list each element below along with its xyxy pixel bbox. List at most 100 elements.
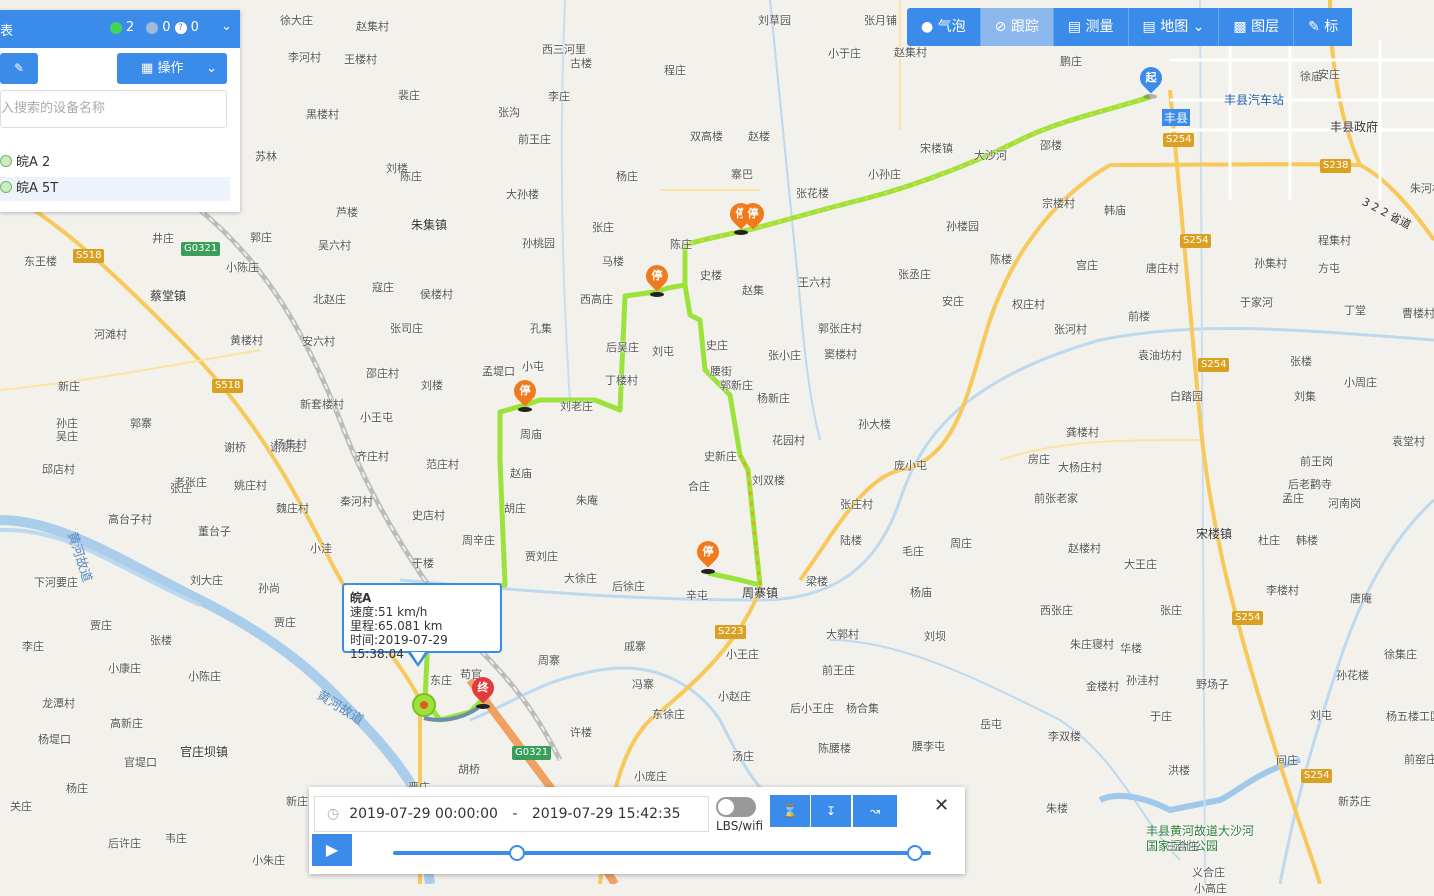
track-button[interactable]: ⊘ 跟踪 xyxy=(980,8,1054,46)
action-button[interactable]: ▦ 操作 ⌄ xyxy=(117,53,227,84)
village-label: 后老鹳寺 xyxy=(1288,478,1332,491)
lbs-toggle[interactable] xyxy=(716,797,756,817)
village-label: 张庄 xyxy=(1160,604,1182,617)
layers-button[interactable]: ▩ 图层 xyxy=(1219,8,1295,46)
village-label: 于家河 xyxy=(1240,296,1273,309)
village-label: 腰街 xyxy=(710,365,732,378)
village-label: 汤庄 xyxy=(732,750,754,763)
download-button[interactable]: ↧ xyxy=(811,795,851,827)
map-type-button[interactable]: ▤ 地图 ⌄ xyxy=(1129,8,1220,46)
village-label: 庞小屯 xyxy=(894,459,927,472)
stop-marker[interactable]: 停 xyxy=(641,260,673,292)
device-item[interactable]: 皖A 2 xyxy=(0,151,230,175)
download-icon: ↧ xyxy=(825,804,837,818)
village-label: 陈庄 xyxy=(400,170,422,183)
village-label: 冯寨 xyxy=(632,678,654,691)
village-label: 李庄 xyxy=(22,640,44,653)
pencil-icon: ✎ xyxy=(13,61,25,75)
village-label: 大徐庄 xyxy=(564,572,597,585)
village-label: 小朱庄 xyxy=(252,854,285,867)
popup-title: 皖A xyxy=(350,591,372,605)
village-label: 杨庄 xyxy=(616,170,638,183)
town-label: 宋楼镇 xyxy=(1196,527,1233,541)
village-label: 鹏庄 xyxy=(1060,55,1082,68)
progress-track[interactable] xyxy=(393,851,931,855)
chart-icon: ↝ xyxy=(869,804,881,818)
highway-shield: S254 xyxy=(1232,611,1264,625)
village-label: 张楼 xyxy=(150,634,172,647)
village-label: 东王楼 xyxy=(24,255,57,268)
device-item[interactable]: 皖A 5T xyxy=(0,177,230,201)
village-label: 陈楼 xyxy=(990,253,1012,266)
stop-marker[interactable]: 停 xyxy=(737,198,769,230)
village-label: 新套楼村 xyxy=(300,398,344,411)
village-label: 陆楼 xyxy=(840,534,862,547)
village-label: 前窑庄 xyxy=(1404,753,1434,766)
village-label: 小屯 xyxy=(522,360,544,373)
measure-button[interactable]: ▤ 测量 xyxy=(1054,8,1129,46)
village-label: 前张老家 xyxy=(1034,492,1078,505)
start-marker[interactable]: 起 xyxy=(1135,62,1167,94)
village-label: 后徐庄 xyxy=(612,580,645,593)
village-label: 小周庄 xyxy=(1344,376,1377,389)
village-label: 老张庄 xyxy=(174,476,207,489)
chevron-down-icon: ⌄ xyxy=(1192,19,1205,35)
village-label: 周寨 xyxy=(538,654,560,667)
bubble-button[interactable]: ● 气泡 xyxy=(907,8,981,46)
village-label: 张花楼 xyxy=(796,187,829,200)
date-range-picker[interactable]: ◷ 2019-07-29 00:00:00 - 2019-07-29 15:42:… xyxy=(314,796,709,832)
device-status-icon xyxy=(0,181,12,193)
village-label: 徐集庄 xyxy=(1384,648,1417,661)
village-label: 贾庄 xyxy=(274,616,296,629)
highway-shield: S223 xyxy=(715,625,747,639)
highway-shield: S518 xyxy=(212,379,244,393)
end-marker[interactable]: 终 xyxy=(467,672,499,704)
layers-icon: ▩ xyxy=(1233,19,1247,35)
online-count: 2 xyxy=(126,20,135,35)
village-label: 李楼村 xyxy=(1266,584,1299,597)
village-label: 赵庙 xyxy=(510,467,532,480)
vehicle-marker[interactable] xyxy=(412,693,436,717)
village-label: 唐庄村 xyxy=(1146,262,1179,275)
village-label: 丁堂 xyxy=(1344,304,1366,317)
village-label: 孙庄 xyxy=(56,417,78,430)
village-label: 周庄 xyxy=(950,537,972,550)
hourglass-button[interactable]: ⌛ xyxy=(770,795,810,827)
chevron-down-icon: ⌄ xyxy=(206,61,217,76)
stop-marker[interactable]: 停 xyxy=(509,375,541,407)
village-label: 张小庄 xyxy=(768,349,801,362)
village-label: 侯楼村 xyxy=(420,288,453,301)
village-label: 大郭村 xyxy=(826,628,859,641)
stop-marker[interactable]: 停 xyxy=(692,536,724,568)
village-label: 小孙庄 xyxy=(868,168,901,181)
village-label: 于楼 xyxy=(412,557,434,570)
village-label: 后吴庄 xyxy=(606,341,639,354)
village-label: 孙大楼 xyxy=(858,418,891,431)
play-button[interactable]: ▶ xyxy=(312,834,352,866)
village-label: 程庄 xyxy=(664,64,686,77)
village-label: 新庄 xyxy=(286,795,308,808)
village-label: 孙洼村 xyxy=(1126,674,1159,687)
village-label: 邵楼 xyxy=(1040,139,1062,152)
village-label: 刘屯 xyxy=(652,345,674,358)
chart-button[interactable]: ↝ xyxy=(853,795,897,827)
highway-shield: S238 xyxy=(1320,159,1352,173)
mark-button[interactable]: ✎ 标 xyxy=(1294,8,1352,46)
village-label: 刘屯 xyxy=(1310,709,1332,722)
search-input[interactable]: 入搜索的设备名称 xyxy=(0,90,227,128)
town-label: 官庄坝镇 xyxy=(180,745,229,759)
vehicle-info-popup: 皖A 速度:51 km/h 里程:65.081 km 时间:2019-07-29… xyxy=(342,583,502,661)
village-label: 小陈庄 xyxy=(226,261,259,274)
chevron-down-icon[interactable]: ⌄ xyxy=(221,19,232,34)
close-icon[interactable]: ✕ xyxy=(934,795,949,816)
track-icon: ⊘ xyxy=(994,19,1007,35)
village-label: 大沙河 xyxy=(974,149,1007,162)
village-label: 三合庄 xyxy=(1166,840,1199,853)
village-label: 北赵庄 xyxy=(313,293,346,306)
edit-button[interactable]: ✎ xyxy=(0,53,38,84)
end-handle[interactable] xyxy=(906,845,923,861)
start-handle[interactable] xyxy=(508,845,525,861)
village-label: 合庄 xyxy=(688,480,710,493)
village-label: 东徐庄 xyxy=(652,708,685,721)
town-label: 周寨镇 xyxy=(742,586,779,600)
